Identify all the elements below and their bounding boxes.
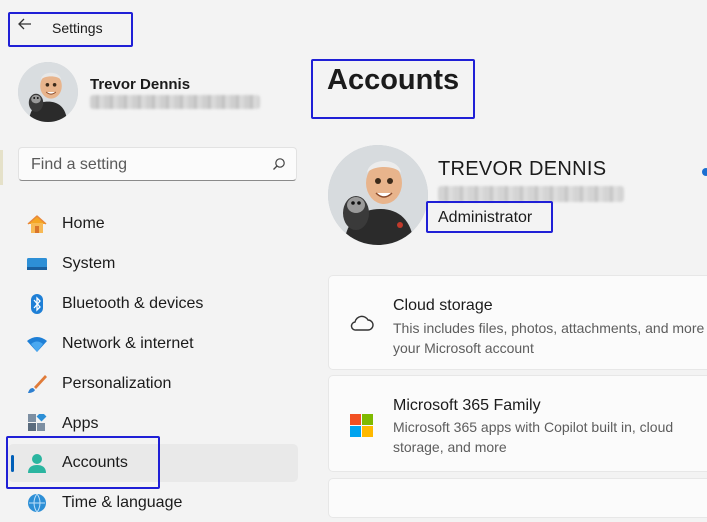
window-edge-strip <box>0 150 3 185</box>
sidebar-item-label: System <box>62 255 116 272</box>
highlight-box-page-title <box>311 59 475 119</box>
sidebar-item-time-language[interactable]: Time & language <box>8 484 298 522</box>
profile-email-redacted <box>90 95 260 109</box>
search-input[interactable] <box>29 154 263 176</box>
search-box[interactable] <box>18 147 297 181</box>
card-description: Microsoft 365 apps with Copilot built in… <box>393 419 674 455</box>
wifi-icon <box>27 337 47 352</box>
sidebar-item-personalization[interactable]: Personalization <box>8 365 298 403</box>
sidebar-item-system[interactable]: System <box>8 245 298 283</box>
sidebar-item-label: Home <box>62 215 105 232</box>
next-card[interactable] <box>328 478 707 518</box>
avatar[interactable] <box>18 62 78 122</box>
microsoft-logo-icon <box>350 414 373 437</box>
highlight-box-title <box>8 12 133 47</box>
sidebar-item-label: Network & internet <box>62 335 194 352</box>
user-display-name: TREVOR DENNIS <box>438 158 607 180</box>
sidebar-item-label: Time & language <box>62 494 183 511</box>
microsoft-365-card[interactable]: Microsoft 365 Family Microsoft 365 apps … <box>328 375 707 472</box>
cloud-storage-card[interactable]: Cloud storage This includes files, photo… <box>328 275 707 370</box>
status-dot <box>702 168 707 176</box>
user-avatar[interactable] <box>328 145 428 245</box>
cloud-icon <box>350 315 374 331</box>
apps-icon <box>28 414 47 431</box>
sidebar-item-bluetooth[interactable]: Bluetooth & devices <box>8 285 298 323</box>
sidebar-item-home[interactable]: Home <box>8 205 298 243</box>
user-email-redacted <box>438 186 624 202</box>
highlight-box-accounts <box>6 436 160 489</box>
card-description: This includes files, photos, attachments… <box>393 320 707 356</box>
system-icon <box>27 258 47 270</box>
profile-name: Trevor Dennis <box>90 76 191 93</box>
sidebar-item-label: Apps <box>62 415 99 432</box>
highlight-box-role <box>426 201 553 233</box>
globe-icon <box>28 493 46 513</box>
sidebar-item-label: Personalization <box>62 375 172 392</box>
brush-icon <box>28 375 47 393</box>
search-icon[interactable] <box>272 157 286 171</box>
sidebar-item-label: Bluetooth & devices <box>62 295 204 312</box>
card-title: Cloud storage <box>393 297 493 314</box>
card-title: Microsoft 365 Family <box>393 397 541 414</box>
home-icon <box>27 215 47 233</box>
sidebar-item-network[interactable]: Network & internet <box>8 325 298 363</box>
bluetooth-icon <box>31 294 43 314</box>
